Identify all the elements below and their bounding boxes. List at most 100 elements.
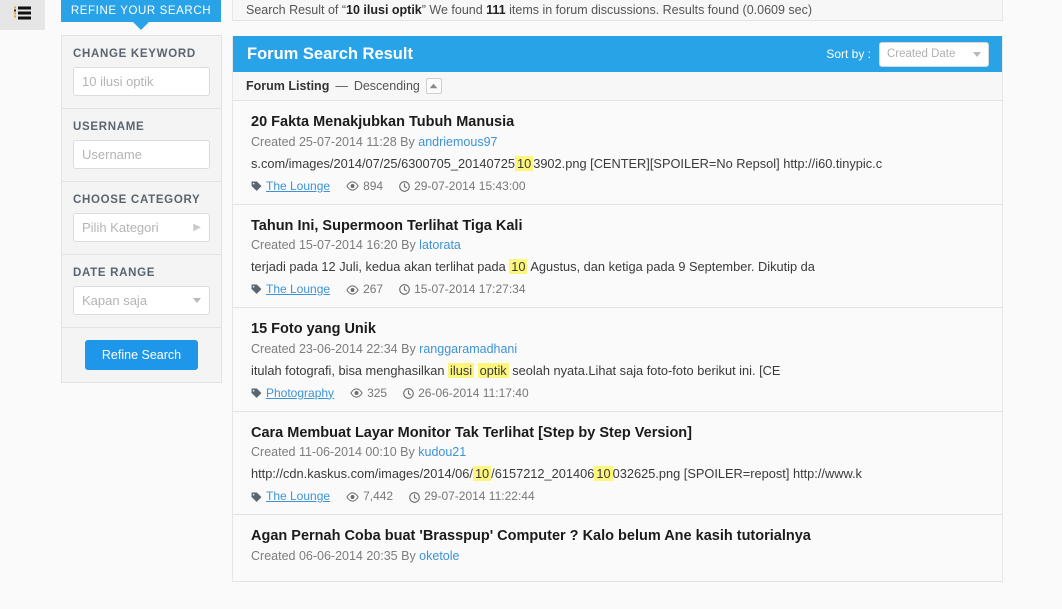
snippet-text: seolah nyata.Lihat saja foto-foto beriku… [508, 362, 781, 378]
listing-label: Forum Listing [246, 79, 330, 93]
result-meta: The Lounge 267 15-07-2014 17:27:34 [251, 282, 988, 296]
snippet-text: itulah fotografi, bisa menghasilkan [251, 362, 449, 378]
chevron-down-icon [193, 298, 201, 303]
created-text: Created 11-06-2014 00:10 By [251, 445, 419, 460]
date-group: 26-06-2014 11:17:40 [403, 386, 529, 400]
result-view-count: 267 [363, 282, 384, 297]
views-group: 894 [346, 179, 383, 193]
snippet-text: Agustus, dan ketiga pada 9 September. Di… [527, 259, 815, 275]
username-input-placeholder: Username [82, 147, 142, 162]
result-date: 15-07-2014 17:27:34 [414, 282, 526, 297]
result-author-link[interactable]: kudou21 [418, 445, 466, 459]
result-author-link[interactable]: ranggaramadhani [419, 342, 517, 356]
result-title[interactable]: Agan Pernah Coba buat 'Brasspup' Compute… [251, 527, 988, 546]
result-date: 29-07-2014 15:43:00 [414, 178, 526, 193]
listing-order-bar: Forum Listing — Descending [233, 72, 1002, 101]
filter-label-category: CHOOSE CATEGORY [73, 194, 201, 206]
date-group: 29-07-2014 15:43:00 [399, 178, 526, 193]
caret-up-icon [429, 83, 438, 89]
clock-icon [399, 179, 410, 193]
result-snippet: itulah fotografi, bisa menghasilkan ilus… [251, 362, 988, 378]
result-view-count: 7,442 [363, 489, 394, 504]
result-item[interactable]: Tahun Ini, Supermoon Terlihat Tiga Kali C… [233, 204, 1002, 309]
search-highlight: 10 [594, 466, 613, 482]
snippet-text: s.com/images/2014/07/25/6300705_20140725 [251, 155, 515, 171]
search-highlight: 10 [472, 466, 492, 482]
eye-icon [346, 489, 359, 503]
result-date: 26-06-2014 11:17:40 [418, 385, 529, 400]
category-group[interactable]: The Lounge [251, 282, 330, 296]
date-group: 15-07-2014 17:27:34 [399, 282, 526, 297]
result-category-link[interactable]: Photography [266, 386, 334, 400]
date-range-select[interactable]: Kapan saja [73, 286, 210, 315]
list-icon[interactable] [14, 6, 31, 25]
eye-icon [350, 386, 363, 400]
sort-by-select[interactable]: Created Date [879, 41, 989, 67]
snippet-text: /6157212_201406 [491, 466, 595, 482]
category-group[interactable]: The Lounge [251, 179, 330, 193]
result-title[interactable]: Cara Membuat Layar Monitor Tak Terlihat … [251, 424, 988, 443]
summary-count: 111 [486, 3, 506, 17]
result-meta: Photography 325 26-06-2014 11:17:40 [251, 386, 988, 400]
keyword-input-value: 10 ilusi optik [82, 74, 154, 89]
chevron-down-icon [973, 51, 981, 57]
sort-direction-toggle[interactable] [425, 78, 442, 94]
chevron-right-icon: ▶ [193, 222, 201, 233]
eye-icon [346, 282, 359, 296]
result-snippet: terjadi pada 12 Juli, kedua akan terliha… [251, 259, 988, 275]
username-input[interactable]: Username [73, 140, 210, 169]
result-meta: The Lounge 894 29-07-2014 15:43:00 [251, 179, 988, 193]
tag-icon [251, 282, 262, 296]
filter-label-username: USERNAME [73, 121, 145, 133]
sort-by-label: Sort by : [826, 47, 871, 61]
tag-icon [251, 489, 262, 503]
results-list: 20 Fakta Menakjubkan Tubuh Manusia Create… [233, 101, 1002, 582]
result-category-link[interactable]: The Lounge [266, 282, 330, 296]
results-header: Forum Search Result Sort by : Created Da… [233, 36, 1002, 72]
category-group[interactable]: The Lounge [251, 489, 330, 503]
search-highlight: ilusi [448, 362, 475, 378]
refine-tab-pointer-icon [133, 22, 149, 30]
result-snippet: s.com/images/2014/07/25/6300705_20140725… [251, 155, 988, 171]
keyword-input[interactable]: 10 ilusi optik [73, 67, 210, 96]
result-title[interactable]: 15 Foto yang Unik [251, 320, 988, 339]
created-text: Created 06-06-2014 20:35 By [251, 548, 420, 563]
created-text: Created 23-06-2014 22:34 By [251, 341, 420, 356]
result-item[interactable]: Cara Membuat Layar Monitor Tak Terlihat … [233, 411, 1002, 516]
result-created: Created 15-07-2014 16:20 By latorata [251, 238, 988, 252]
category-group[interactable]: Photography [251, 386, 334, 400]
date-group: 29-07-2014 11:22:44 [409, 489, 535, 503]
summary-middle: ” We found [421, 3, 487, 17]
refine-button-container: Refine Search [62, 328, 221, 382]
result-author-link[interactable]: andriemous97 [418, 135, 497, 149]
result-category-link[interactable]: The Lounge [266, 179, 330, 193]
created-text: Created 25-07-2014 11:28 By [251, 134, 419, 149]
created-text: Created 15-07-2014 16:20 By [251, 238, 420, 253]
refine-your-search-tab[interactable]: REFINE YOUR SEARCH [61, 0, 221, 22]
result-item[interactable]: 15 Foto yang Unik Created 23-06-2014 22:3… [233, 308, 1002, 412]
result-item[interactable]: Agan Pernah Coba buat 'Brasspup' Compute… [233, 515, 1002, 582]
sort-control: Sort by : Created Date [826, 41, 989, 67]
refine-search-button[interactable]: Refine Search [84, 340, 199, 370]
category-select[interactable]: Pilih Kategori ▶ [73, 213, 210, 242]
result-category-link[interactable]: The Lounge [266, 489, 330, 503]
result-author-link[interactable]: latorata [419, 238, 461, 252]
views-group: 267 [346, 282, 383, 296]
search-highlight: optik [477, 362, 509, 378]
result-author-link[interactable]: oketole [419, 549, 459, 563]
result-meta: The Lounge 7,442 29-07-2014 11:22:44 [251, 489, 988, 503]
views-group: 7,442 [346, 489, 393, 503]
clock-icon [403, 386, 414, 400]
result-view-count: 894 [363, 178, 384, 193]
forum-search-results-panel: Forum Search Result Sort by : Created Da… [232, 36, 1003, 582]
result-title[interactable]: Tahun Ini, Supermoon Terlihat Tiga Kali [251, 217, 988, 236]
clock-icon [409, 489, 420, 503]
result-item[interactable]: 20 Fakta Menakjubkan Tubuh Manusia Create… [233, 101, 1002, 205]
summary-query: 10 ilusi optik [346, 3, 422, 17]
sort-by-value: Created Date [887, 48, 956, 60]
result-title[interactable]: 20 Fakta Menakjubkan Tubuh Manusia [251, 113, 988, 132]
page-title: Forum Search Result [247, 44, 413, 63]
result-created: Created 23-06-2014 22:34 By ranggaramadh… [251, 342, 988, 356]
result-snippet: http://cdn.kaskus.com/images/2014/06/10/… [251, 466, 988, 482]
clock-icon [399, 282, 410, 296]
